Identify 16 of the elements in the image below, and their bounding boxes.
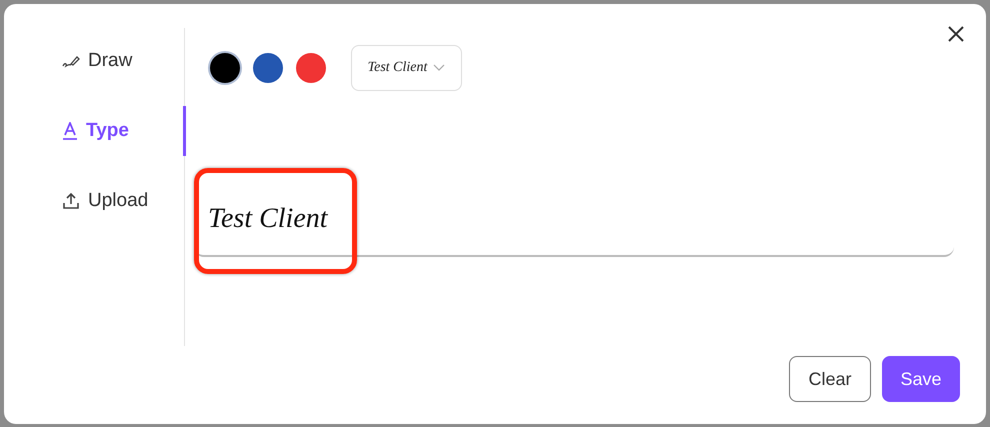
text-icon (62, 122, 78, 140)
color-swatch[interactable] (253, 53, 283, 83)
color-swatch[interactable] (210, 53, 240, 83)
close-button[interactable] (948, 26, 964, 42)
color-swatch[interactable] (296, 53, 326, 83)
signature-field[interactable]: Test Client (194, 177, 954, 257)
chevron-down-icon (433, 64, 446, 72)
tab[interactable]: Upload (4, 176, 186, 226)
close-icon (948, 26, 964, 42)
dialog-button[interactable]: Save (882, 356, 960, 402)
upload-icon (62, 192, 80, 210)
font-dropdown[interactable]: Test Client (351, 45, 462, 91)
tab[interactable]: Type (4, 106, 186, 156)
tab[interactable]: Draw (4, 36, 186, 86)
dialog-button[interactable]: Clear (789, 356, 871, 402)
pen-icon (62, 54, 80, 68)
